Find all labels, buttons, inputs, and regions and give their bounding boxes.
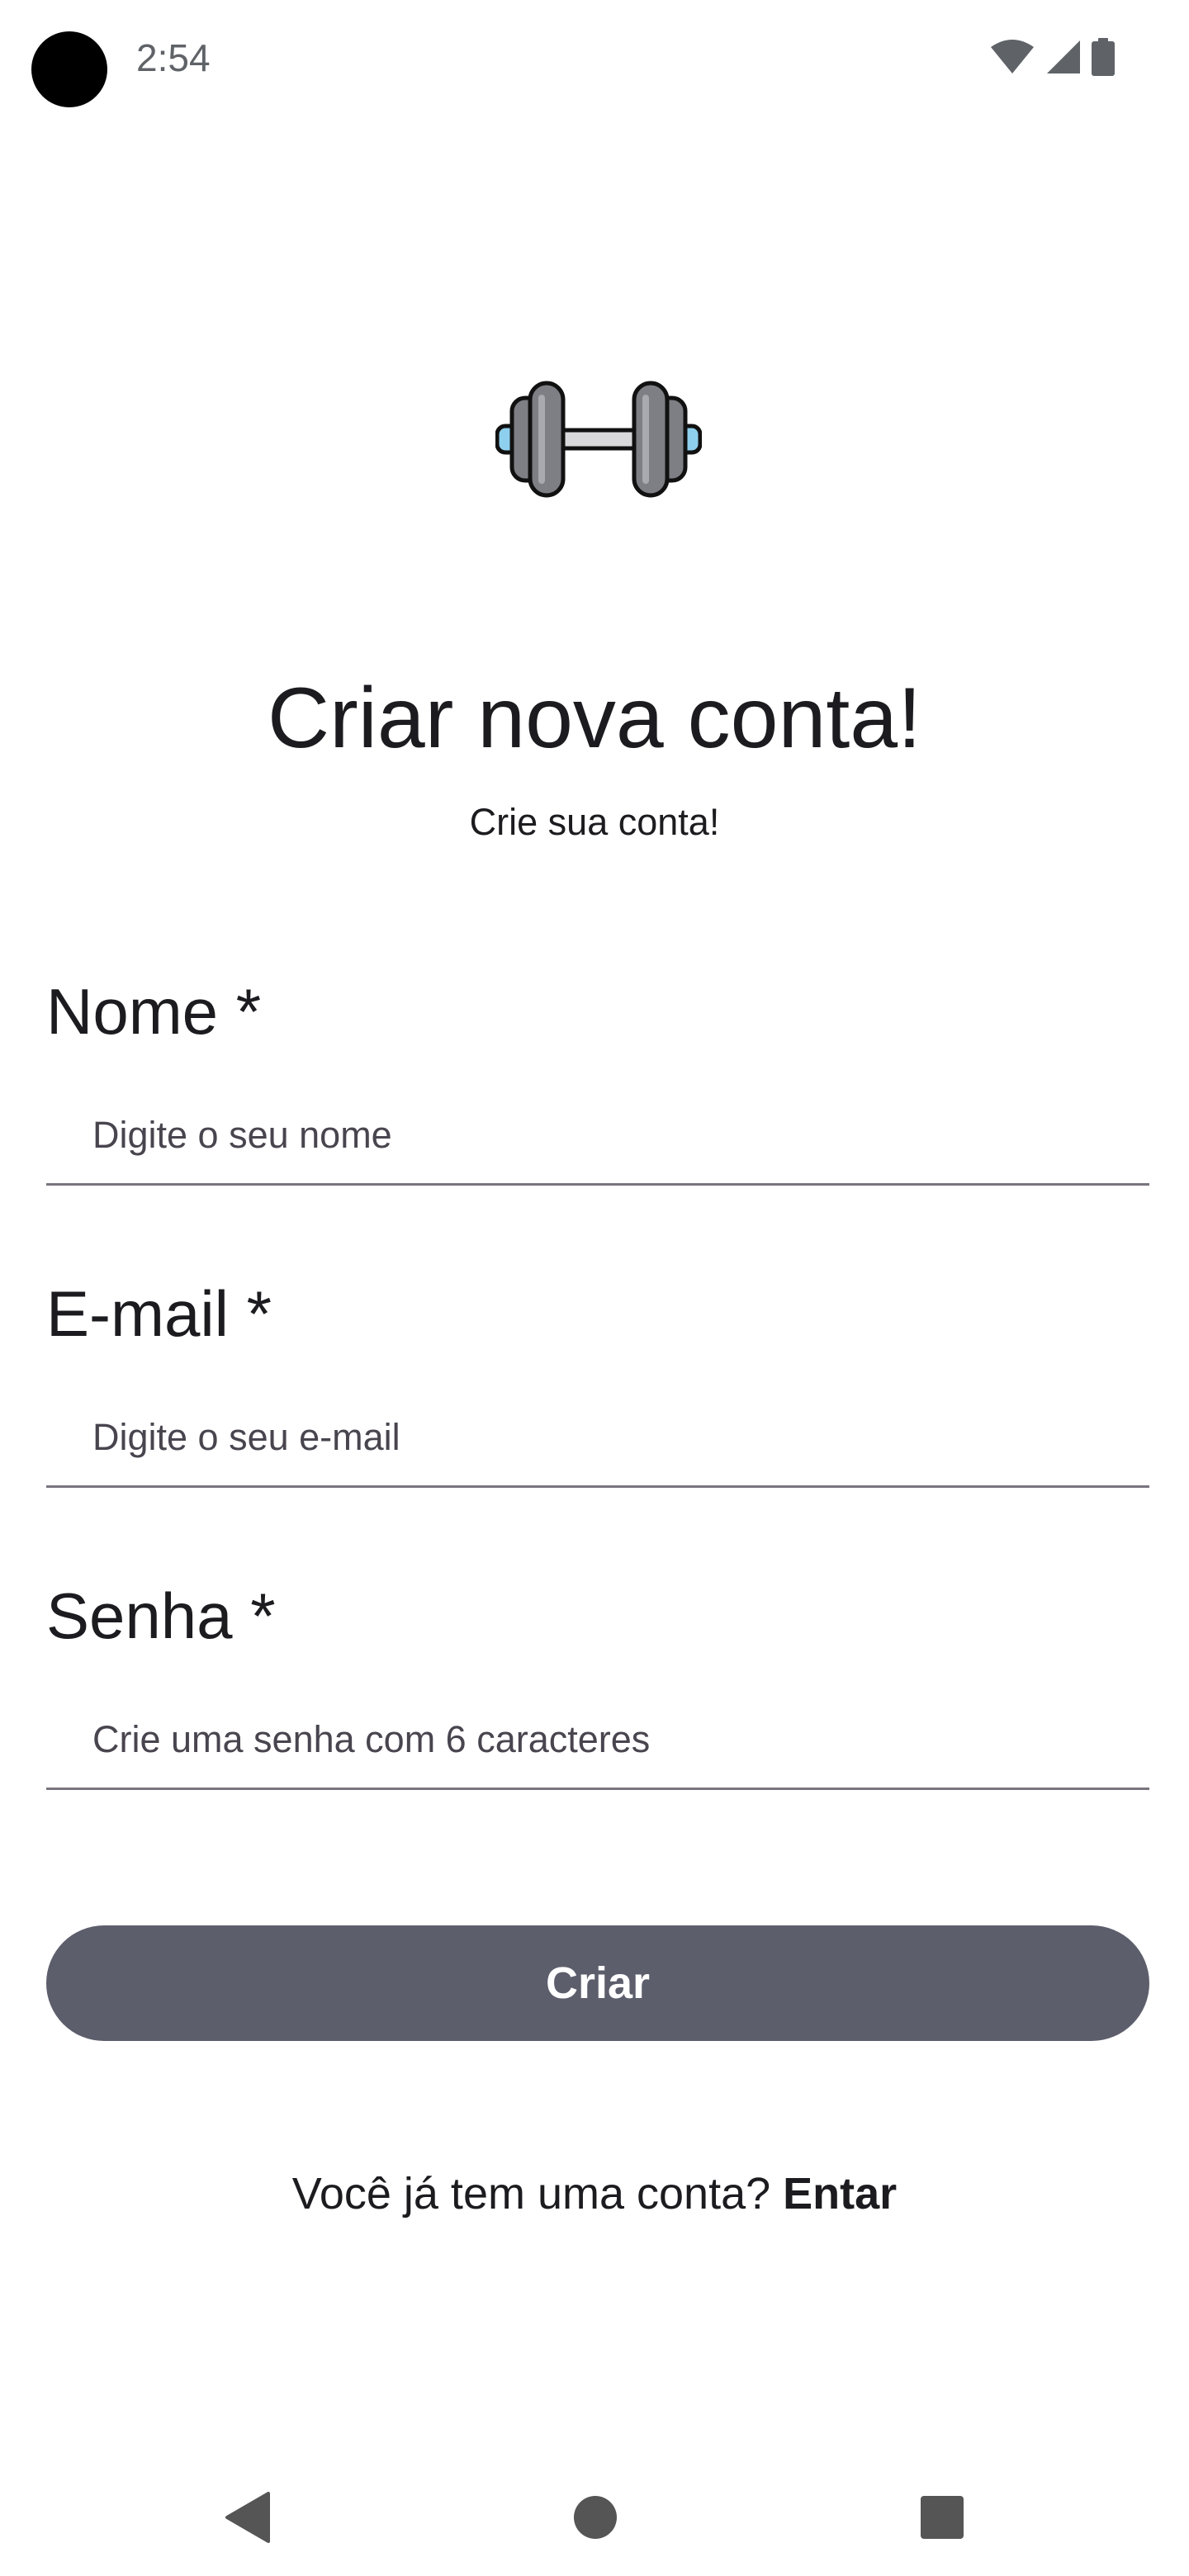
- login-prompt-text: Você já tem uma conta?: [291, 2169, 784, 2218]
- status-icons: [989, 36, 1115, 78]
- email-input[interactable]: [46, 1389, 1149, 1488]
- create-account-screen: 2:54 Criar nova conta! Crie sua conta! N…: [0, 0, 1189, 2576]
- name-field-group: Nome *: [46, 974, 1149, 1186]
- back-icon: [225, 2492, 270, 2543]
- home-icon: [574, 2496, 617, 2539]
- email-label: E-mail *: [46, 1277, 272, 1350]
- name-label: Nome *: [46, 975, 262, 1048]
- page-title: Criar nova conta!: [268, 670, 921, 766]
- recent-apps-button[interactable]: [905, 2480, 979, 2555]
- dumbbell-icon: [495, 381, 702, 498]
- navigation-bar: [0, 2460, 1189, 2576]
- email-field-group: E-mail *: [46, 1276, 1149, 1488]
- password-label: Senha *: [46, 1579, 276, 1652]
- back-button[interactable]: [211, 2480, 286, 2555]
- login-link[interactable]: Entar: [783, 2169, 897, 2218]
- wifi-icon: [991, 40, 1034, 73]
- recent-apps-icon: [921, 2496, 964, 2539]
- name-input[interactable]: [46, 1087, 1149, 1186]
- password-input[interactable]: [46, 1691, 1149, 1790]
- cellular-signal-icon: [1047, 40, 1080, 73]
- page-subtitle: Crie sua conta!: [469, 801, 720, 843]
- status-time: 2:54: [136, 36, 211, 79]
- password-field-group: Senha *: [46, 1579, 1149, 1790]
- create-account-button[interactable]: Criar: [46, 1925, 1149, 2041]
- battery-icon: [1092, 38, 1115, 76]
- home-button[interactable]: [558, 2480, 632, 2555]
- login-prompt: Você já tem uma conta? Entar: [0, 2166, 1189, 2221]
- status-bar: 2:54: [0, 0, 1189, 124]
- camera-cutout: [31, 31, 107, 107]
